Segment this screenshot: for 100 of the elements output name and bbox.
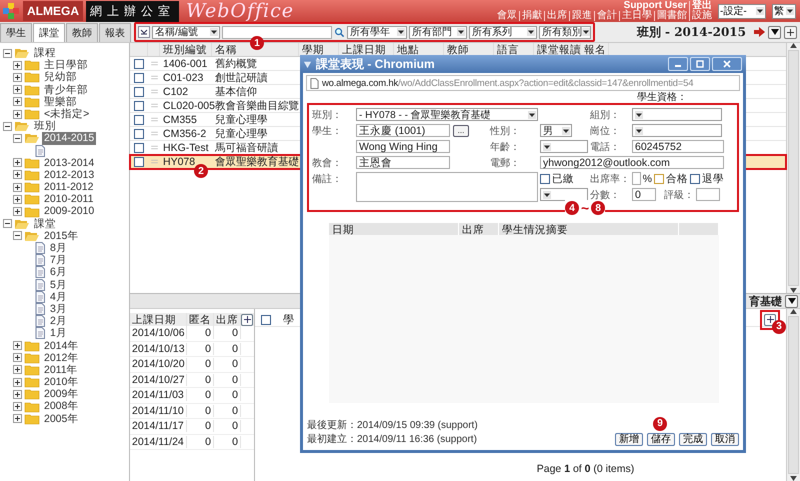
filter-select[interactable]: 所有系列 [469, 26, 537, 38]
nav-link[interactable]: 會眾 [497, 11, 517, 21]
expand-icon[interactable] [13, 353, 22, 362]
tree-item[interactable]: 1月 [48, 327, 69, 340]
tree-item[interactable]: 8月 [48, 242, 69, 254]
maximize-button[interactable] [690, 57, 710, 71]
tab[interactable]: 學生 [0, 23, 32, 42]
tree-item[interactable]: 6月 [48, 266, 69, 279]
expand-icon[interactable] [13, 85, 22, 94]
phone-field[interactable]: 60245752 [632, 140, 724, 154]
settings-select[interactable]: -設定- [718, 4, 766, 18]
nav-link[interactable]: 設施 [689, 11, 712, 21]
group-select[interactable] [632, 108, 722, 122]
tab[interactable]: 課堂 [33, 23, 65, 42]
row-checkbox[interactable] [134, 156, 144, 166]
expand-icon[interactable] [13, 158, 22, 168]
email-field[interactable]: yhwong2012@outlook.com [540, 156, 724, 170]
arrow-icon[interactable] [753, 27, 765, 37]
tree-item[interactable]: 課堂 [32, 218, 58, 230]
drag-handle-icon[interactable] [150, 89, 158, 94]
document-icon[interactable] [34, 327, 46, 340]
expand-icon[interactable] [13, 365, 22, 374]
language-select[interactable]: 繁 [772, 4, 796, 18]
expand-icon[interactable] [13, 110, 22, 119]
expand-icon[interactable] [13, 170, 22, 180]
remarks-field[interactable] [356, 172, 538, 202]
document-icon[interactable] [34, 278, 46, 291]
expand-icon[interactable] [13, 378, 22, 387]
expand-icon[interactable] [13, 194, 22, 204]
withdrawn-checkbox[interactable] [690, 174, 700, 184]
tree-item[interactable]: 2009年 [42, 388, 80, 400]
tree-item[interactable]: 兒幼部 [42, 71, 79, 84]
expand-icon[interactable] [13, 182, 22, 192]
tree-item[interactable]: 2008年 [42, 400, 80, 413]
tree-item[interactable]: 2012年 [42, 352, 80, 364]
row-checkbox[interactable] [134, 100, 144, 110]
document-icon[interactable] [34, 254, 46, 266]
search-by-select[interactable]: 名稱/編號 [152, 26, 220, 38]
tree-item[interactable]: 青少年部 [42, 84, 90, 96]
row-checkbox[interactable] [134, 114, 144, 124]
add-button[interactable] [784, 26, 797, 38]
tree-item[interactable]: <未指定> [42, 108, 92, 120]
drag-handle-icon[interactable] [150, 75, 158, 80]
tree-item[interactable]: 2005年 [42, 412, 80, 425]
status-select[interactable] [540, 188, 588, 202]
tree-item[interactable]: 7月 [48, 254, 69, 266]
student-field[interactable]: 王永慶 (1001) [356, 124, 450, 138]
position-select[interactable] [632, 124, 722, 138]
drag-handle-icon[interactable] [150, 61, 158, 66]
drag-handle-icon[interactable] [150, 131, 158, 136]
document-icon[interactable] [34, 290, 46, 303]
expand-icon[interactable] [13, 207, 22, 216]
add-button[interactable] [241, 314, 253, 326]
drag-handle-icon[interactable] [150, 117, 158, 122]
filter-select[interactable]: 所有類別 [539, 26, 591, 38]
paid-checkbox[interactable] [540, 174, 550, 184]
action-button[interactable]: 新增 [615, 433, 643, 446]
document-icon[interactable] [34, 303, 46, 316]
action-button[interactable]: 儲存 [647, 433, 675, 446]
scrollbar[interactable] [786, 43, 800, 293]
collapse-panel-icon[interactable] [138, 26, 150, 38]
collapse-icon[interactable] [13, 134, 22, 143]
document-icon[interactable] [34, 242, 46, 254]
expand-icon[interactable] [13, 402, 22, 412]
age-select[interactable] [540, 140, 588, 154]
select-all-checkbox[interactable] [261, 314, 271, 324]
search-icon[interactable] [334, 26, 345, 38]
nav-link[interactable]: 圖書館 [654, 11, 687, 21]
document-icon[interactable] [34, 266, 46, 278]
search-field[interactable] [222, 26, 332, 38]
expand-icon[interactable] [13, 414, 22, 424]
scrollbar[interactable] [786, 309, 800, 481]
gender-select[interactable]: 男 [540, 124, 572, 138]
tree-item[interactable]: 聖樂部 [42, 96, 79, 108]
tree-item[interactable]: 2012-2013 [42, 168, 96, 182]
expand-icon[interactable] [13, 341, 22, 350]
attendance-field[interactable] [632, 172, 641, 186]
address-bar[interactable]: wo.almega.com.hk/wo/AddClassEnrollment.aspx?action=edit&classid=147&enrollmentid=54 [306, 75, 740, 91]
action-button[interactable]: 取消 [711, 433, 739, 446]
passed-checkbox[interactable] [654, 174, 664, 184]
row-checkbox[interactable] [134, 142, 144, 152]
tree-item[interactable]: 2010-2011 [42, 193, 96, 206]
collapse-icon[interactable] [3, 219, 12, 228]
tab[interactable]: 報表 [99, 23, 131, 42]
collapse-icon[interactable] [13, 231, 22, 240]
score-field[interactable]: 0 [632, 188, 656, 202]
drag-handle-icon[interactable] [150, 103, 158, 108]
dropdown-button[interactable] [768, 26, 781, 38]
tree-item[interactable]: 4月 [48, 290, 69, 303]
row-checkbox[interactable] [134, 72, 144, 82]
row-checkbox[interactable] [134, 58, 144, 68]
tree-item[interactable]: 課程 [32, 47, 58, 60]
close-button[interactable] [712, 57, 742, 71]
expand-icon[interactable] [13, 72, 22, 82]
row-checkbox[interactable] [134, 128, 144, 138]
tab[interactable]: 教師 [66, 23, 98, 42]
filter-select[interactable]: 所有學年 [347, 26, 407, 38]
row-checkbox[interactable] [134, 86, 144, 96]
grade-field[interactable] [696, 188, 720, 202]
tree-item[interactable]: 2月 [48, 315, 69, 328]
